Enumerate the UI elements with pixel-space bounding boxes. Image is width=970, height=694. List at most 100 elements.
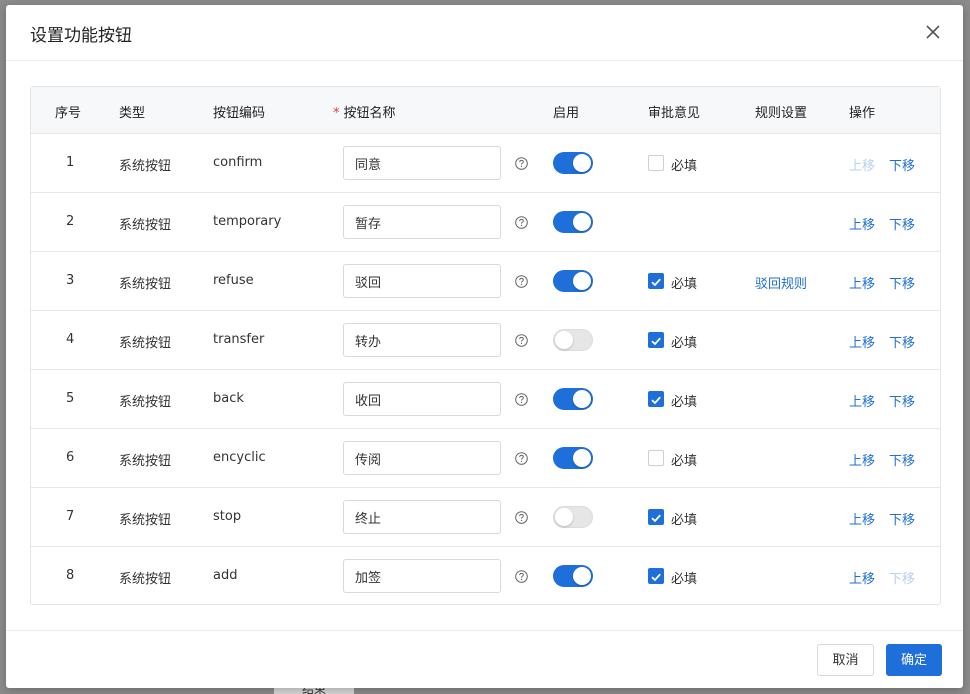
row-index: 6 bbox=[66, 450, 75, 465]
move-down-link[interactable]: 下移 bbox=[889, 391, 915, 410]
row-code: refuse bbox=[213, 273, 254, 288]
required-opinion-checkbox[interactable] bbox=[648, 332, 664, 348]
switch-knob bbox=[555, 508, 573, 526]
row-type: 系统按钮 bbox=[119, 454, 172, 469]
row-code: transfer bbox=[213, 332, 265, 347]
confirm-button[interactable]: 确定 bbox=[886, 644, 942, 676]
enable-switch[interactable] bbox=[553, 565, 593, 587]
enable-switch[interactable] bbox=[553, 270, 593, 292]
enable-switch[interactable] bbox=[553, 388, 593, 410]
row-index: 4 bbox=[66, 332, 75, 347]
required-label: 必填 bbox=[671, 572, 698, 587]
row-index: 8 bbox=[66, 568, 75, 583]
header-index: 序号 bbox=[55, 106, 82, 121]
question-circle-icon[interactable] bbox=[515, 450, 528, 465]
switch-knob bbox=[573, 390, 591, 408]
cancel-button[interactable]: 取消 bbox=[817, 644, 874, 676]
row-index: 5 bbox=[66, 391, 75, 406]
move-down-link[interactable]: 下移 bbox=[889, 450, 915, 469]
settings-dialog: 设置功能按钮 序号 类型 按钮编码 * 按钮名称 启用 审批意见 规则设置 操作 … bbox=[6, 5, 963, 688]
required-mark: * bbox=[333, 106, 340, 121]
header-rules: 规则设置 bbox=[755, 106, 808, 121]
question-circle-icon[interactable] bbox=[515, 273, 528, 288]
enable-switch[interactable] bbox=[553, 211, 593, 233]
move-up-link[interactable]: 上移 bbox=[849, 568, 875, 587]
button-name-input[interactable] bbox=[343, 146, 501, 180]
move-down-link[interactable]: 下移 bbox=[889, 214, 915, 233]
button-name-input[interactable] bbox=[343, 264, 501, 298]
required-opinion-checkbox[interactable] bbox=[648, 568, 664, 584]
table-row: 8 系统按钮 add 必填 上移下移 bbox=[31, 547, 940, 606]
question-circle-icon[interactable] bbox=[515, 214, 528, 229]
question-circle-icon[interactable] bbox=[515, 568, 528, 583]
enable-switch[interactable] bbox=[553, 329, 593, 351]
row-type: 系统按钮 bbox=[119, 513, 172, 528]
move-down-link[interactable]: 下移 bbox=[889, 509, 915, 528]
row-code: stop bbox=[213, 509, 242, 524]
table-header: 序号 类型 按钮编码 * 按钮名称 启用 审批意见 规则设置 操作 bbox=[31, 87, 940, 134]
switch-knob bbox=[573, 567, 591, 585]
question-circle-icon[interactable] bbox=[515, 391, 528, 406]
required-opinion-checkbox[interactable] bbox=[648, 391, 664, 407]
move-up-link[interactable]: 上移 bbox=[849, 509, 875, 528]
button-name-input[interactable] bbox=[343, 323, 501, 357]
move-down-link[interactable]: 下移 bbox=[889, 332, 915, 351]
dialog-header: 设置功能按钮 bbox=[6, 5, 963, 61]
enable-switch[interactable] bbox=[553, 152, 593, 174]
switch-knob bbox=[573, 272, 591, 290]
enable-switch[interactable] bbox=[553, 447, 593, 469]
checkmark-icon bbox=[651, 514, 661, 523]
button-name-input[interactable] bbox=[343, 559, 501, 593]
switch-knob bbox=[555, 331, 573, 349]
button-name-input[interactable] bbox=[343, 205, 501, 239]
button-name-input[interactable] bbox=[343, 500, 501, 534]
row-code: back bbox=[213, 391, 244, 406]
enable-switch[interactable] bbox=[553, 506, 593, 528]
button-name-input[interactable] bbox=[343, 382, 501, 416]
required-label: 必填 bbox=[671, 277, 698, 292]
header-name-label: 按钮名称 bbox=[343, 106, 396, 121]
move-up-link[interactable]: 上移 bbox=[849, 214, 875, 233]
required-opinion-checkbox[interactable] bbox=[648, 273, 664, 289]
row-type: 系统按钮 bbox=[119, 395, 172, 410]
row-type: 系统按钮 bbox=[119, 159, 172, 174]
move-up-link[interactable]: 上移 bbox=[849, 332, 875, 351]
row-code: encyclic bbox=[213, 450, 266, 465]
move-up-link[interactable]: 上移 bbox=[849, 391, 875, 410]
header-name: * 按钮名称 bbox=[333, 102, 396, 121]
rule-settings-link[interactable]: 驳回规则 bbox=[755, 273, 807, 292]
close-icon[interactable] bbox=[922, 21, 944, 43]
table-row: 5 系统按钮 back 必填 上移下移 bbox=[31, 370, 940, 429]
required-opinion-checkbox[interactable] bbox=[648, 450, 664, 466]
button-table: 序号 类型 按钮编码 * 按钮名称 启用 审批意见 规则设置 操作 1 系统按钮 co… bbox=[30, 86, 941, 605]
required-label: 必填 bbox=[671, 395, 698, 410]
header-actions: 操作 bbox=[849, 106, 876, 121]
button-name-input[interactable] bbox=[343, 441, 501, 475]
dialog-title: 设置功能按钮 bbox=[30, 26, 132, 46]
move-down-link[interactable]: 下移 bbox=[889, 273, 915, 292]
move-down-link[interactable]: 下移 bbox=[889, 155, 915, 174]
switch-knob bbox=[573, 213, 591, 231]
question-circle-icon[interactable] bbox=[515, 509, 528, 524]
row-index: 1 bbox=[66, 155, 75, 170]
move-up-link[interactable]: 上移 bbox=[849, 450, 875, 469]
header-enabled: 启用 bbox=[553, 106, 580, 121]
required-opinion-checkbox[interactable] bbox=[648, 509, 664, 525]
row-type: 系统按钮 bbox=[119, 277, 172, 292]
required-label: 必填 bbox=[671, 454, 698, 469]
row-index: 3 bbox=[66, 273, 75, 288]
required-label: 必填 bbox=[671, 513, 698, 528]
row-type: 系统按钮 bbox=[119, 218, 172, 233]
checkmark-icon bbox=[651, 278, 661, 287]
row-index: 2 bbox=[66, 214, 75, 229]
question-circle-icon[interactable] bbox=[515, 332, 528, 347]
move-up-link[interactable]: 上移 bbox=[849, 273, 875, 292]
checkmark-icon bbox=[651, 337, 661, 346]
required-label: 必填 bbox=[671, 336, 698, 351]
required-opinion-checkbox[interactable] bbox=[648, 155, 664, 171]
question-circle-icon[interactable] bbox=[515, 155, 528, 170]
table-row: 2 系统按钮 temporary 上移下移 bbox=[31, 193, 940, 252]
row-index: 7 bbox=[66, 509, 75, 524]
table-row: 6 系统按钮 encyclic 必填 上移下移 bbox=[31, 429, 940, 488]
table-row: 3 系统按钮 refuse 必填 驳回规则 上移下移 bbox=[31, 252, 940, 311]
